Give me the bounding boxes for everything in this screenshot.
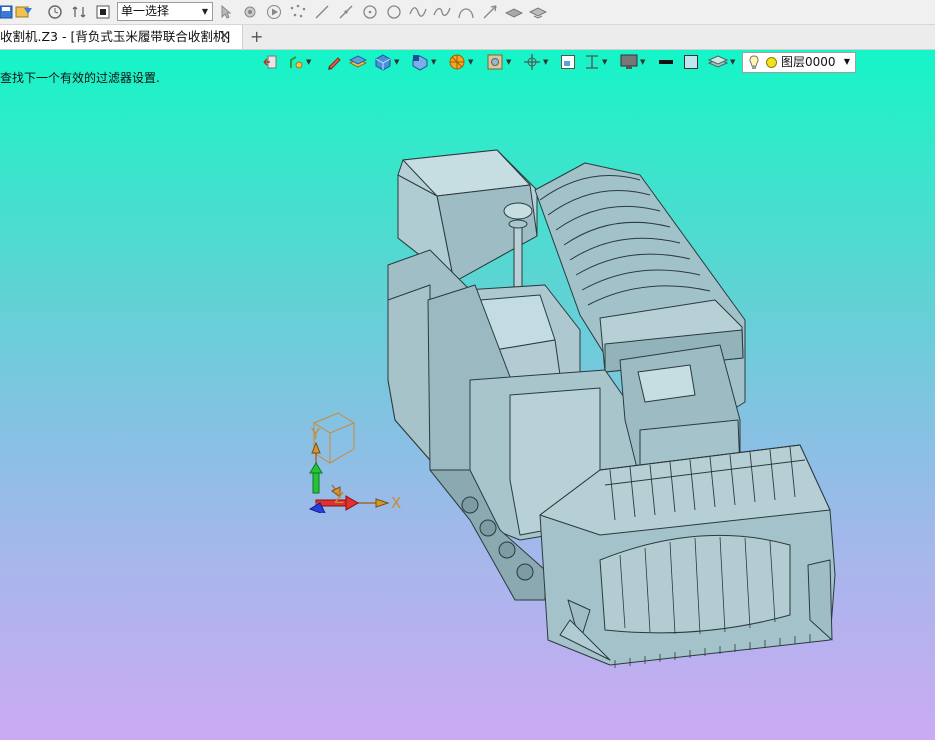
spline-icon[interactable] (409, 3, 427, 21)
cube-icon[interactable]: ▼ (374, 53, 399, 71)
layers-icon[interactable] (349, 53, 367, 71)
chevron-down-icon[interactable]: ▼ (730, 58, 735, 66)
chevron-down-icon[interactable]: ▼ (394, 58, 399, 66)
selection-mode-dropdown[interactable]: 单一选择 ▼ (117, 2, 213, 21)
selection-mode-value: 单一选择 (121, 4, 170, 18)
exit-icon[interactable] (263, 53, 277, 71)
close-icon[interactable]: ✕ (219, 25, 230, 49)
tab-title: 收割机.Z3 - [背负式玉米履带联合收割机] (0, 29, 231, 44)
add-tab-icon[interactable]: + (250, 25, 263, 49)
view-cube-icon[interactable]: ▼ (411, 53, 436, 71)
monitor-icon[interactable]: ▼ (620, 53, 645, 71)
axis-label-z: Z (334, 489, 344, 505)
play-icon[interactable] (265, 3, 283, 21)
pick-icon[interactable] (216, 3, 234, 21)
save-icon[interactable] (0, 3, 15, 21)
pencil-icon[interactable] (326, 53, 342, 71)
chevron-down-icon[interactable]: ▼ (640, 58, 645, 66)
3d-viewport[interactable]: 查找下一个有效的过滤器设置. ▼ ▼ ▼ ▼ ▼ ▼ ▼ ▼ ▼ 图层0000 … (0, 50, 935, 740)
surface-icon[interactable] (505, 3, 523, 21)
chevron-down-icon[interactable]: ▼ (468, 58, 473, 66)
curve-icon[interactable] (433, 3, 451, 21)
lightbulb-icon[interactable] (748, 55, 760, 74)
chevron-down-icon[interactable]: ▼ (543, 58, 548, 66)
measure-icon[interactable]: ▼ (584, 53, 607, 71)
layer-color-icon (766, 57, 777, 68)
document-tab-bar: 收割机.Z3 - [背负式玉米履带联合收割机] ✕ + (0, 25, 935, 50)
vector-icon[interactable] (481, 3, 499, 21)
line2-icon[interactable] (337, 3, 355, 21)
layer-manager-icon[interactable]: ▼ (708, 53, 735, 71)
filter-icon[interactable] (241, 3, 259, 21)
view-toolbar: ▼ ▼ ▼ ▼ ▼ ▼ ▼ ▼ ▼ (258, 50, 744, 74)
layer-dropdown[interactable]: 图层0000 ▼ (742, 52, 856, 73)
display-icon[interactable]: ▼ (486, 53, 511, 71)
surface2-icon[interactable] (529, 3, 547, 21)
circle-icon[interactable] (361, 3, 379, 21)
orient-icon[interactable]: ▼ (523, 53, 548, 71)
circle2-icon[interactable] (385, 3, 403, 21)
sketch-icon[interactable]: ▼ (288, 53, 311, 71)
line-color-bar (659, 60, 673, 64)
point-icon[interactable] (289, 3, 307, 21)
stop-icon[interactable] (94, 3, 112, 21)
chevron-down-icon[interactable]: ▼ (431, 58, 436, 66)
tab-document[interactable]: 收割机.Z3 - [背负式玉米履带联合收割机] ✕ (0, 25, 243, 49)
axis-label-y: Y (310, 425, 321, 443)
line-icon[interactable] (313, 3, 331, 21)
chevron-down-icon[interactable]: ▼ (602, 58, 607, 66)
main-toolbar: 单一选择 ▼ (0, 0, 935, 25)
layer-name: 图层0000 (781, 55, 836, 69)
render-mode-icon[interactable]: ▼ (448, 53, 473, 71)
chevron-down-icon[interactable]: ▼ (506, 58, 511, 66)
zoom-window-icon[interactable] (560, 53, 576, 71)
export-icon[interactable] (15, 3, 33, 21)
arc-icon[interactable] (457, 3, 475, 21)
chevron-down-icon: ▼ (201, 7, 208, 16)
line-color-swatch[interactable] (658, 53, 674, 71)
axis-z-label-box: Z (331, 484, 344, 505)
chevron-down-icon: ▼ (843, 57, 850, 66)
history-icon[interactable] (46, 3, 64, 21)
status-message: 查找下一个有效的过滤器设置. (0, 71, 160, 85)
fill-color-swatch[interactable] (683, 53, 699, 71)
harvester-model[interactable] (385, 148, 845, 678)
chevron-down-icon[interactable]: ▼ (306, 58, 311, 66)
rebuild-icon[interactable] (70, 3, 88, 21)
